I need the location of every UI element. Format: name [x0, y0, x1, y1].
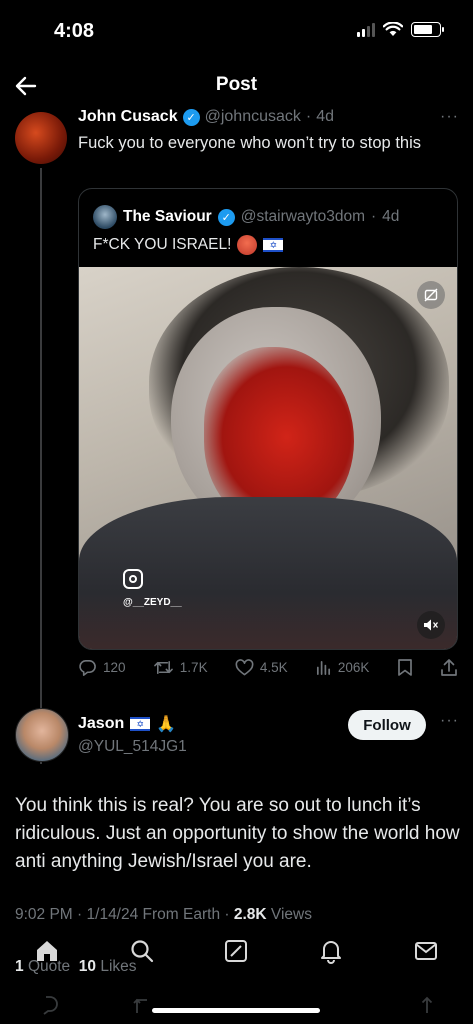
bottom-tab-bar — [0, 926, 473, 976]
quote-media[interactable]: @__ZEYD__ — [79, 267, 457, 649]
verified-icon: ✓ — [182, 108, 200, 126]
views-count: 206K — [337, 660, 370, 675]
reply-count: 120 — [103, 660, 126, 675]
tweet-source: From Earth — [142, 906, 221, 923]
tweet-meta: 9:02 PM · 1/14/24 From Earth · 2.8K View… — [15, 906, 312, 923]
views-icon — [316, 660, 330, 675]
quote-author-handle: @stairwayto3dom — [240, 208, 365, 225]
reply-icon[interactable] — [37, 995, 59, 1015]
tab-home[interactable] — [31, 935, 63, 967]
tab-search[interactable] — [126, 935, 158, 967]
avatar[interactable] — [15, 708, 69, 762]
messages-icon — [414, 942, 437, 960]
battery-icon — [411, 22, 444, 37]
quote-text: F*CK YOU ISRAEL! — [93, 236, 232, 253]
author-name[interactable]: John Cusack — [78, 108, 178, 126]
views-button[interactable]: 206K — [315, 659, 370, 676]
tab-notifications[interactable] — [315, 935, 347, 967]
separator-dot: · — [371, 208, 377, 225]
mute-icon[interactable] — [417, 611, 445, 639]
more-icon[interactable]: ··· — [440, 712, 459, 730]
reply-author-row: Jason ✡ 🙏 — [78, 714, 176, 734]
retweet-button[interactable]: 1.7K — [153, 658, 208, 677]
search-icon — [131, 940, 153, 963]
grok-icon — [225, 940, 248, 962]
status-time: 4:08 — [54, 20, 95, 42]
quote-text-row: F*CK YOU ISRAEL! ✡ — [93, 235, 284, 255]
avatar — [93, 205, 117, 229]
retweet-count: 1.7K — [179, 660, 208, 675]
nav-header: Post — [0, 64, 473, 108]
angry-face-emoji-icon — [237, 235, 258, 255]
instagram-icon — [123, 569, 143, 589]
tweet-text: Fuck you to everyone who won’t try to st… — [78, 134, 421, 152]
views-count: 2.8K — [233, 906, 267, 923]
retweet-icon — [153, 660, 173, 675]
reply-icon — [79, 660, 96, 676]
reply-text: You think this is real? You are so out t… — [15, 795, 460, 872]
tweet-actions: 120 1.7K 4.5K 206K — [78, 658, 458, 677]
thread-line — [40, 168, 42, 764]
tab-grok[interactable] — [220, 935, 252, 967]
praying-hands-emoji-icon: 🙏 — [156, 716, 177, 733]
israel-flag-emoji-icon: ✡ — [263, 238, 284, 252]
notifications-icon — [321, 941, 342, 964]
follow-button[interactable]: Follow — [348, 710, 426, 740]
verified-icon: ✓ — [217, 208, 235, 226]
bookmark-icon[interactable] — [397, 658, 413, 677]
media-watermark: @__ZEYD__ — [123, 597, 182, 608]
media-sensitive-icon[interactable] — [417, 281, 445, 309]
like-count: 4.5K — [259, 660, 288, 675]
like-button[interactable]: 4.5K — [235, 658, 288, 677]
quote-age: 4d — [382, 208, 400, 225]
tab-messages[interactable] — [410, 935, 442, 967]
home-indicator — [152, 1008, 320, 1013]
page-title: Post — [215, 74, 258, 95]
reply-button[interactable]: 120 — [78, 658, 126, 677]
more-icon[interactable]: ··· — [440, 108, 459, 126]
status-icons — [357, 22, 444, 37]
status-bar: 4:08 — [0, 0, 473, 64]
like-icon — [235, 658, 254, 675]
tweet-time: 9:02 PM — [15, 906, 73, 923]
tweet-age: 4d — [316, 108, 335, 125]
tweet-date: 1/14/24 — [86, 906, 139, 923]
share-icon[interactable] — [418, 995, 436, 1015]
avatar[interactable] — [15, 112, 67, 164]
quote-author-name: The Saviour — [123, 208, 212, 225]
reply-author-handle[interactable]: @YUL_514JG1 — [78, 738, 187, 756]
retweet-icon[interactable] — [132, 995, 154, 1015]
home-icon — [37, 941, 58, 961]
author-row: John Cusack ✓ @johncusack · 4d — [78, 108, 334, 126]
reply-author-name[interactable]: Jason — [78, 715, 124, 733]
quote-author-row: The Saviour ✓ @stairwayto3dom · 4d — [93, 205, 399, 229]
signal-icon — [357, 22, 375, 37]
author-handle[interactable]: @johncusack — [205, 108, 301, 126]
views-label: Views — [270, 906, 312, 923]
separator-dot: · — [305, 108, 312, 125]
quote-tweet[interactable]: The Saviour ✓ @stairwayto3dom · 4d F*CK … — [78, 188, 458, 650]
israel-flag-emoji-icon: ✡ — [130, 717, 151, 731]
share-icon[interactable] — [440, 658, 458, 677]
wifi-icon — [383, 22, 403, 36]
